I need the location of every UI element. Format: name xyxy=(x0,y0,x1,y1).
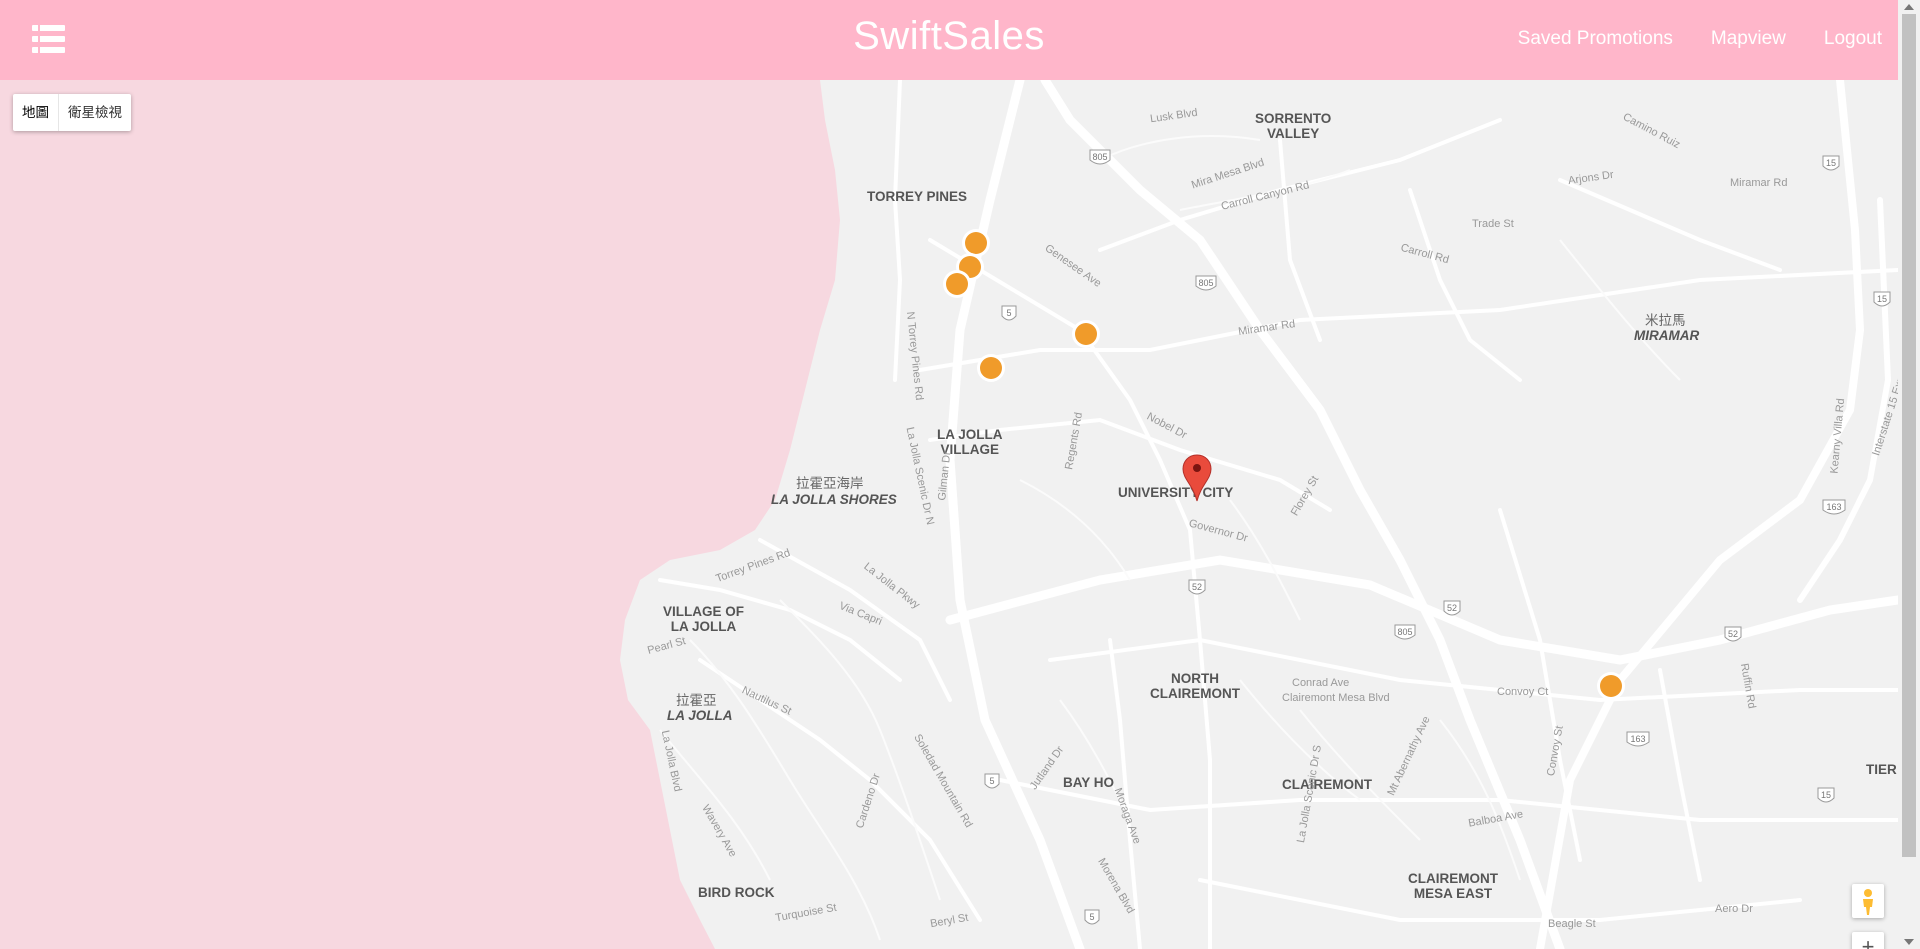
scrollbar-thumb[interactable] xyxy=(1902,14,1916,857)
area-label-sorrento-valley: SORRENTO VALLEY xyxy=(1255,111,1331,141)
area-label-la-jolla-shores-cn: 拉霍亞海岸 xyxy=(796,476,864,491)
promotion-marker[interactable] xyxy=(946,273,968,295)
zoom-in-button[interactable]: + xyxy=(1852,932,1884,949)
nav-logout-link[interactable]: Logout xyxy=(1824,28,1882,50)
road-label: Trade St xyxy=(1472,218,1514,230)
promotion-marker[interactable] xyxy=(1075,323,1097,345)
area-label-clairemont-mesa-east: CLAIREMONT MESA EAST xyxy=(1408,871,1498,901)
road-label: Beagle St xyxy=(1548,918,1596,930)
area-label-text: NORTH CLAIREMONT xyxy=(1150,671,1240,701)
area-label-text: VILLAGE OF LA JOLLA xyxy=(663,604,744,634)
promotion-marker[interactable] xyxy=(965,232,987,254)
nav-saved-promotions-link[interactable]: Saved Promotions xyxy=(1518,28,1673,50)
area-label-la-jolla-cn: 拉霍亞 xyxy=(676,693,717,708)
road-label: Miramar Rd xyxy=(1730,177,1788,189)
scroll-down-arrow-icon[interactable] xyxy=(1904,939,1914,945)
road-label: Clairemont Mesa Blvd xyxy=(1282,692,1390,704)
area-label-bay-ho: BAY HO xyxy=(1063,775,1115,790)
promotion-marker[interactable] xyxy=(1600,675,1622,697)
area-label-miramar: MIRAMAR xyxy=(1634,328,1700,343)
area-label-north-clairemont: NORTH CLAIREMONT xyxy=(1150,671,1240,701)
area-label-university-city: UNIVERSITY CITY xyxy=(1118,485,1234,500)
nav-mapview-link[interactable]: Mapview xyxy=(1711,28,1786,50)
road-label: Aero Dr xyxy=(1715,903,1753,915)
map-type-map-button[interactable]: 地圖 xyxy=(13,94,59,131)
nav-links: Saved Promotions Mapview Logout xyxy=(1518,28,1882,50)
scroll-up-arrow-icon[interactable] xyxy=(1904,4,1914,10)
area-label-la-jolla: LA JOLLA xyxy=(667,708,733,723)
app-root: { "app": { "brand": "SwiftSales", "menu_… xyxy=(0,0,1920,949)
area-label-la-jolla-shores: LA JOLLA SHORES xyxy=(771,492,897,507)
area-label-text: CLAIREMONT MESA EAST xyxy=(1408,871,1498,901)
map-type-satellite-button[interactable]: 衛星檢視 xyxy=(59,94,131,131)
location-pin-icon[interactable] xyxy=(1181,453,1213,503)
area-label-torrey-pines: TORREY PINES xyxy=(867,189,968,204)
area-label-village-of-la-jolla: VILLAGE OF LA JOLLA xyxy=(663,604,744,634)
area-label-text: SORRENTO VALLEY xyxy=(1255,111,1332,141)
area-label-bird-rock: BIRD ROCK xyxy=(698,885,775,900)
top-navbar: SwiftSales Saved Promotions Mapview Logo… xyxy=(0,0,1898,80)
map-canvas[interactable]: 地圖 衛星檢視 SORRENTO VALLEY TORREY PINES LA … xyxy=(0,80,1898,949)
page-scrollbar[interactable] xyxy=(1898,0,1920,949)
area-label-tierra: TIER xyxy=(1866,762,1897,777)
area-label-clairemont: CLAIREMONT xyxy=(1282,777,1372,792)
promotion-marker[interactable] xyxy=(980,357,1002,379)
map-type-control: 地圖 衛星檢視 xyxy=(13,94,131,131)
road-label: Convoy Ct xyxy=(1497,686,1549,698)
area-label-miramar-cn: 米拉馬 xyxy=(1645,313,1686,328)
street-view-pegman-icon[interactable] xyxy=(1852,884,1884,918)
list-menu-icon[interactable] xyxy=(32,25,65,53)
road-label: Conrad Ave xyxy=(1292,677,1350,689)
map-basemap xyxy=(0,80,1898,949)
